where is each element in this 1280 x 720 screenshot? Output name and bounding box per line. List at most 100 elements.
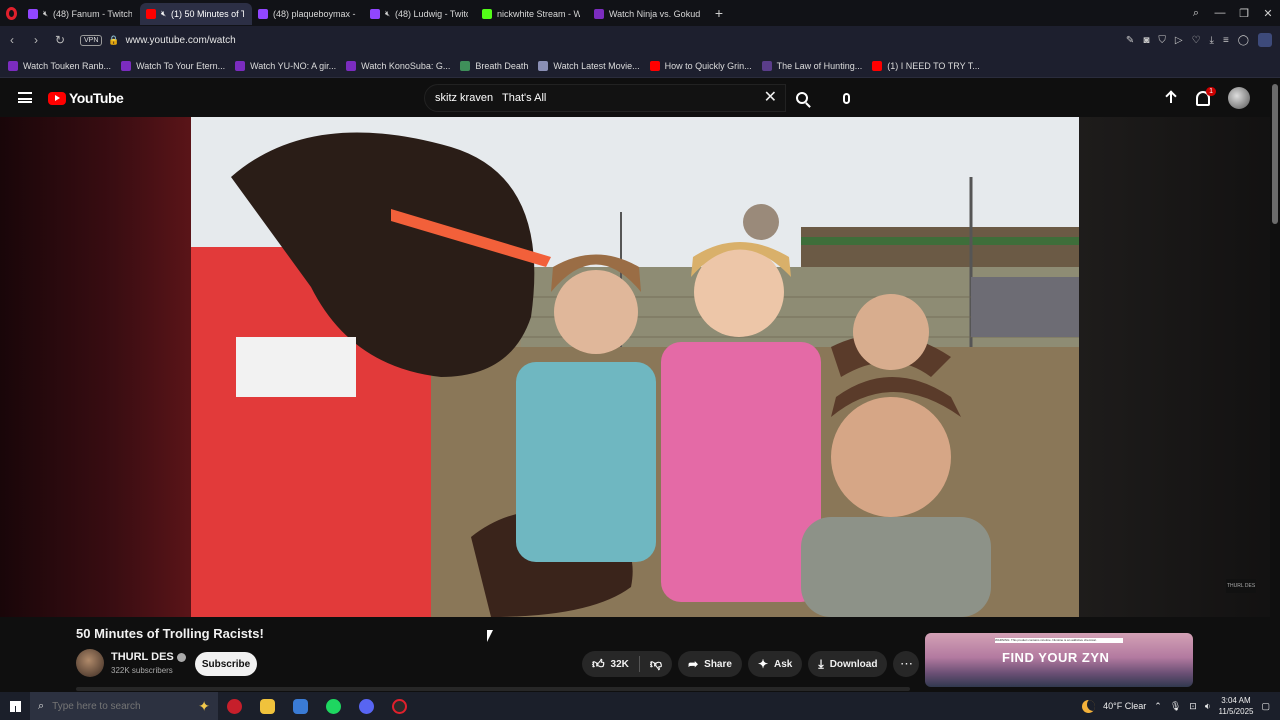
bookmark-item[interactable]: Breath Death (460, 60, 529, 71)
bookmark-favicon-icon (460, 60, 471, 71)
windows-taskbar: ⌕ ✦ 40°F Clear ⌃ 🎙︎ ⊡ 🔉︎ 3:04 AM 11/5/20… (0, 692, 1280, 720)
page-scrollbar-thumb[interactable] (1272, 84, 1278, 224)
more-actions-button[interactable]: ⋯ (893, 651, 920, 677)
bookmark-label: Breath Death (475, 60, 529, 71)
voice-search-button[interactable] (832, 84, 860, 112)
search-input[interactable] (435, 85, 755, 111)
video-frame[interactable] (191, 117, 1079, 617)
taskbar-discord[interactable] (350, 692, 383, 720)
ambient-glow-left (0, 117, 191, 617)
reload-button[interactable]: ↻ (48, 33, 72, 47)
bookmark-item[interactable]: Watch Latest Movie... (538, 60, 640, 71)
ask-label: Ask (774, 658, 793, 670)
opera-logo-icon[interactable] (0, 0, 22, 26)
browser-tab[interactable]: 🔇︎ (1) 50 Minutes of Troll (140, 3, 252, 25)
youtube-play-icon (48, 91, 66, 105)
edit-icon[interactable]: ✎ (1126, 35, 1134, 46)
clear-search-icon[interactable]: ✕ (764, 89, 777, 107)
start-button[interactable] (0, 692, 30, 720)
url-field[interactable]: www.youtube.com/watch (126, 35, 236, 46)
video-player[interactable] (0, 117, 1280, 617)
bookmark-item[interactable]: (1) I NEED TO TRY T... (872, 60, 980, 71)
tray-overflow-icon[interactable]: ⌃ (1154, 701, 1162, 712)
account-avatar[interactable] (1228, 87, 1250, 109)
tab-favicon-icon (146, 9, 156, 19)
like-button[interactable]: 👍︎ 32K (582, 651, 639, 677)
dislike-button[interactable]: 👎︎ (640, 651, 672, 677)
ask-button[interactable]: ✦ Ask (747, 651, 803, 677)
tab-label: nickwhite Stream - Watch (497, 9, 580, 19)
browser-tab[interactable]: Watch Ninja vs. Gokudo o (588, 3, 708, 25)
maximize-button[interactable]: ❐ (1232, 7, 1256, 20)
download-button[interactable]: ⤓ Download (808, 651, 888, 677)
forward-button[interactable]: › (24, 33, 48, 47)
search-tabs-icon[interactable]: ⌕ (1184, 7, 1208, 20)
taskbar-search-input[interactable] (52, 700, 163, 712)
search-highlight-icon: ✦ (198, 698, 210, 714)
thumbs-down-icon: 👎︎ (649, 656, 663, 671)
bookmark-item[interactable]: The Law of Hunting... (761, 60, 862, 71)
bookmark-item[interactable]: Watch Touken Ranb... (8, 60, 111, 71)
sponsored-ad[interactable]: WARNING: This product contains nicotine.… (925, 633, 1193, 687)
weather-text[interactable]: 40°F Clear (1103, 701, 1146, 711)
ad-warning-label: WARNING: This product contains nicotine.… (995, 638, 1123, 643)
heart-icon[interactable]: ♡ (1192, 35, 1201, 46)
share-icon: ➦ (688, 657, 699, 671)
clock[interactable]: 3:04 AM 11/5/2025 (1218, 695, 1253, 717)
browser-tab[interactable]: nickwhite Stream - Watch (476, 3, 588, 25)
notifications-bell-icon[interactable]: 1 (1196, 86, 1216, 106)
minimize-button[interactable]: — (1208, 7, 1232, 19)
address-bar-icons: ✎ ◙ ⛉ ▷ ♡ ⤓ ≡ ◯ (1126, 26, 1272, 54)
volume-icon[interactable]: 🔉︎ (1205, 701, 1211, 712)
muted-audio-icon[interactable]: 🔇︎ (43, 9, 48, 19)
bookmark-item[interactable]: Watch YU-NO: A gir... (235, 60, 336, 71)
bookmark-item[interactable]: How to Quickly Grin... (649, 60, 752, 71)
menu-icon[interactable]: ≡ (1223, 35, 1229, 46)
channel-name-row[interactable]: THURL DES (111, 651, 186, 663)
vpn-badge[interactable]: VPN (80, 34, 103, 46)
search-button[interactable] (786, 84, 818, 112)
share-button[interactable]: ➦ Share (678, 651, 742, 677)
taskbar-search[interactable]: ⌕ ✦ (30, 692, 218, 720)
network-icon[interactable]: ⊡ (1189, 701, 1197, 712)
close-window-button[interactable]: ✕ (1256, 7, 1280, 20)
camera-icon[interactable]: ◙ (1143, 35, 1149, 46)
tab-favicon-icon (28, 9, 38, 19)
microphone-tray-icon[interactable]: 🎙︎ (1170, 701, 1181, 712)
taskbar-microsoft-store[interactable] (284, 692, 317, 720)
bookmark-favicon-icon (649, 60, 660, 71)
bookmark-label: Watch Latest Movie... (553, 60, 640, 71)
browser-tab[interactable]: 🔇︎ (48) Ludwig - Twitch (364, 3, 476, 25)
profile-icon[interactable]: ◯ (1238, 35, 1249, 46)
shield-icon[interactable]: ⛉ (1158, 35, 1166, 46)
channel-avatar[interactable] (76, 649, 104, 677)
upload-icon[interactable] (1164, 90, 1178, 106)
browser-tab[interactable]: 🔇︎ (48) Fanum - Twitch (22, 3, 140, 25)
like-dislike-group: 👍︎ 32K 👎︎ (582, 651, 673, 677)
muted-audio-icon[interactable]: 🔇︎ (161, 9, 166, 19)
extension-icon[interactable] (1258, 33, 1272, 47)
download-icon[interactable]: ⤓ (1210, 35, 1214, 46)
youtube-logo[interactable]: YouTube (48, 90, 124, 106)
search-box: ✕ (424, 84, 786, 112)
player-icon[interactable]: ▷ (1175, 35, 1183, 46)
bookmark-item[interactable]: Watch KonoSuba: G... (346, 60, 450, 71)
thumbs-up-icon: 👍︎ (592, 656, 605, 671)
taskbar-spotify[interactable] (317, 692, 350, 720)
taskbar-file-explorer[interactable] (251, 692, 284, 720)
bookmark-favicon-icon (761, 60, 772, 71)
taskbar-opera[interactable] (383, 692, 416, 720)
bookmark-item[interactable]: Watch To Your Etern... (121, 60, 225, 71)
browser-tab[interactable]: (48) plaqueboymax - Twit (252, 3, 364, 25)
lock-icon[interactable]: 🔒 (108, 35, 119, 46)
hamburger-menu-icon[interactable] (18, 92, 32, 103)
channel-name[interactable]: THURL DES (111, 651, 174, 663)
notifications-icon[interactable]: ▢ (1261, 701, 1270, 712)
taskbar-opera-gx[interactable] (218, 692, 251, 720)
muted-audio-icon[interactable]: 🔇︎ (385, 9, 390, 19)
subscribe-button[interactable]: Subscribe (195, 652, 257, 676)
new-tab-button[interactable]: + (708, 5, 730, 21)
channel-watermark[interactable]: THURL DES (1226, 579, 1257, 593)
back-button[interactable]: ‹ (0, 33, 24, 47)
bookmark-favicon-icon (121, 60, 132, 71)
